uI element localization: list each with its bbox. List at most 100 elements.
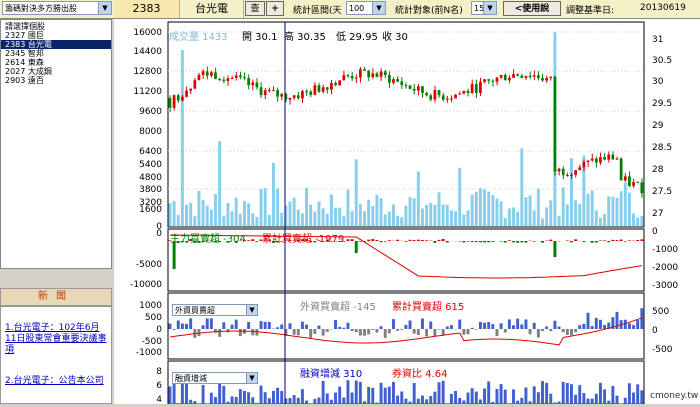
- margin-label: 融資增減 310: [300, 365, 362, 380]
- margin-bar: [351, 393, 354, 404]
- target-select[interactable]: 15 ▼: [471, 1, 497, 15]
- candle: [421, 86, 424, 93]
- flow-bar: [475, 241, 478, 242]
- candle: [405, 85, 408, 86]
- list-item[interactable]: 2383 台光電: [1, 40, 111, 49]
- candle: [231, 78, 234, 79]
- candle: [280, 94, 283, 97]
- add-button[interactable]: +: [266, 1, 284, 16]
- candle: [347, 75, 350, 76]
- flow-bar: [512, 241, 515, 242]
- candle: [479, 82, 482, 93]
- foreign-bar: [280, 324, 283, 329]
- foreign-bar: [189, 318, 192, 329]
- margin-bar: [636, 384, 639, 404]
- flow-bar: [570, 241, 573, 242]
- volume-bar: [380, 198, 383, 226]
- foreign-bar: [500, 323, 503, 329]
- panel4-select[interactable]: 融資增減 ▼: [172, 372, 258, 384]
- margin-bar: [293, 395, 296, 404]
- flow-bar: [574, 239, 577, 241]
- volume-bar: [226, 203, 229, 226]
- margin-bar: [318, 397, 321, 404]
- candle: [438, 90, 441, 95]
- volume-bar: [197, 191, 200, 226]
- candle: [512, 74, 515, 78]
- candle: [251, 82, 254, 85]
- foreign-bar: [417, 329, 420, 335]
- toolbar: 籌碼對決多方勝出股 ▼ 2383 台光電 查 + 統計區間(天 100 ▼ 統計…: [0, 0, 700, 19]
- chevron-down-icon[interactable]: ▼: [483, 2, 496, 14]
- volume-bar: [417, 171, 420, 226]
- volume-bar: [595, 210, 598, 226]
- tick-label: 3800: [139, 185, 162, 195]
- foreign-bar: [247, 322, 250, 329]
- foreign-bar: [185, 324, 188, 329]
- margin-bar: [442, 381, 445, 404]
- volume-bar: [500, 201, 503, 226]
- flow-bar: [533, 241, 536, 242]
- flow-bar: [371, 239, 374, 241]
- panel3-select-value: 外資買賣超: [175, 306, 215, 315]
- candle: [566, 175, 569, 176]
- flow-bar: [247, 240, 250, 241]
- candle: [222, 80, 225, 81]
- list-item[interactable]: 2614 東森: [1, 58, 111, 67]
- chart-canvas[interactable]: 1600014400128001120096008000640054004800…: [114, 19, 700, 404]
- margin-bar: [297, 398, 300, 404]
- volume-bar: [479, 188, 482, 226]
- chevron-down-icon[interactable]: ▼: [372, 2, 385, 14]
- volume-bar: [454, 211, 457, 226]
- list-item[interactable]: 2345 智邦: [1, 49, 111, 58]
- volume-bar: [334, 208, 337, 226]
- foreign-bar: [537, 329, 540, 338]
- margin-bar: [487, 381, 490, 404]
- news-link[interactable]: 1.台光電子：102年6月11日股東常會重要決議事項: [5, 323, 107, 356]
- news-link[interactable]: 2.台光電子：公告本公司: [5, 376, 107, 387]
- margin-bar: [616, 396, 619, 404]
- foreign-bar: [222, 322, 225, 329]
- list-item[interactable]: 2027 大成鋼: [1, 67, 111, 76]
- volume-bar: [177, 215, 180, 226]
- foreign-bar: [632, 325, 635, 329]
- period-select[interactable]: 100 ▼: [346, 1, 386, 15]
- flow-bar: [359, 241, 362, 242]
- lookup-button[interactable]: 查: [245, 1, 265, 16]
- foreign-bar: [483, 323, 486, 329]
- margin-bar: [640, 390, 643, 404]
- tick-label: 14400: [133, 47, 162, 57]
- foreign-bar: [587, 313, 590, 329]
- tick-label: 0: [156, 325, 162, 335]
- flow-bar: [467, 241, 470, 242]
- chevron-down-icon[interactable]: ▼: [98, 2, 111, 14]
- list-item[interactable]: 2903 遠百: [1, 76, 111, 85]
- volume-bar: [400, 217, 403, 226]
- volume-bar: [616, 198, 619, 226]
- foreign-bar: [181, 323, 184, 329]
- volume-bar: [301, 213, 304, 226]
- volume-bar: [193, 216, 196, 226]
- strategy-select[interactable]: 籌碼對決多方勝出股 ▼: [2, 1, 112, 15]
- volume-bar: [409, 197, 412, 226]
- chart-area[interactable]: 1600014400128001120096008000640054004800…: [114, 19, 700, 404]
- volume-bar: [276, 189, 279, 226]
- margin-bar: [185, 381, 188, 404]
- volume-bar: [570, 158, 573, 226]
- use-button[interactable]: <使用說: [503, 1, 561, 16]
- foreign-bar: [177, 321, 180, 329]
- stock-list[interactable]: 請選擇個股 2327 國巨 2383 台光電 2345 智邦 2614 東森 2…: [0, 19, 112, 269]
- flow-bar: [591, 241, 594, 243]
- panel3-select[interactable]: 外資買賣超 ▼: [172, 304, 258, 316]
- stock-code[interactable]: 2383: [114, 0, 180, 18]
- volume-bar: [280, 213, 283, 226]
- margin-bar: [181, 384, 184, 404]
- chevron-down-icon[interactable]: ▼: [246, 373, 257, 383]
- flow-bar: [520, 241, 523, 242]
- volume-bar: [231, 211, 234, 226]
- margin-bar: [520, 398, 523, 404]
- strategy-select-value: 籌碼對決多方勝出股: [5, 4, 77, 13]
- list-item[interactable]: 2327 國巨: [1, 31, 111, 40]
- chevron-down-icon[interactable]: ▼: [246, 305, 257, 315]
- foreign-bar: [446, 326, 449, 329]
- tick-label: 30.5: [652, 56, 672, 66]
